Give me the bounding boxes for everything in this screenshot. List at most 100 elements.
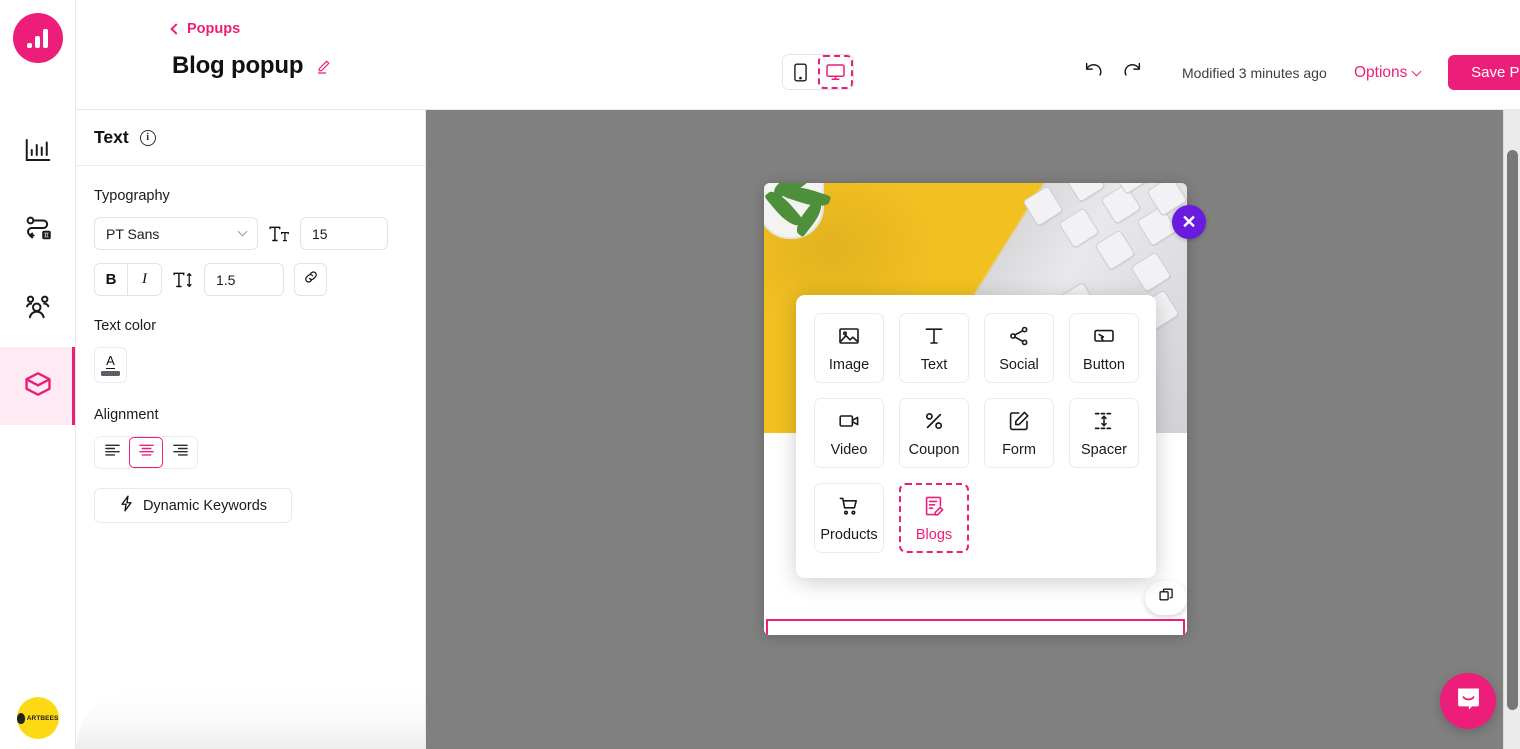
typography-row-1: PT Sans: [94, 217, 407, 250]
box-icon: [22, 368, 54, 405]
cart-icon: [837, 494, 861, 522]
text-color-icon: A: [106, 353, 115, 369]
redo-button[interactable]: [1122, 60, 1144, 80]
top-toolbar: Popups Blog popup Modified 3 minutes ago…: [76, 0, 1520, 110]
picker-item-coupon[interactable]: Coupon: [899, 398, 969, 468]
picker-item-social[interactable]: Social: [984, 313, 1054, 383]
picker-label: Social: [999, 356, 1039, 373]
undo-redo-group: [1082, 60, 1144, 80]
inspector-footer-shade: [76, 691, 425, 749]
spacer-icon: [1092, 409, 1116, 437]
alignment-group: [94, 436, 198, 469]
button-icon: [1092, 324, 1116, 352]
element-picker-grid: Image Text Social Button Video Coupon Fo…: [814, 313, 1139, 553]
picker-item-form[interactable]: Form: [984, 398, 1054, 468]
device-toggle: [782, 54, 854, 90]
device-mobile-button[interactable]: [783, 55, 818, 89]
popup-close-button[interactable]: ✕: [1172, 205, 1206, 239]
font-size-input[interactable]: [300, 217, 388, 250]
link-icon: [303, 269, 319, 290]
inspector-header: Text i: [76, 110, 425, 166]
app-logo[interactable]: [12, 13, 63, 63]
picker-label: Coupon: [908, 441, 960, 458]
chat-launcher-button[interactable]: [1440, 673, 1496, 729]
device-desktop-button[interactable]: [818, 55, 853, 89]
typography-label: Typography: [94, 188, 170, 204]
picker-label: Products: [820, 526, 878, 543]
align-right-icon: [172, 443, 189, 462]
form-edit-icon: [1007, 409, 1031, 437]
font-family-select[interactable]: PT Sans: [94, 217, 258, 250]
sidebar-item-popups[interactable]: [0, 347, 75, 425]
picker-label: Button: [1083, 356, 1125, 373]
image-icon: [837, 324, 861, 352]
picker-label: Video: [830, 441, 868, 458]
block-duplicate-toolbar[interactable]: [1145, 581, 1187, 615]
chevron-left-icon: [170, 23, 182, 35]
text-color-swatch[interactable]: A: [94, 347, 127, 383]
logo-bar-2: [35, 36, 40, 48]
lightning-icon: [119, 495, 134, 516]
picker-item-blogs[interactable]: Blogs: [899, 483, 969, 553]
inspector-title: Text: [94, 127, 129, 147]
artbees-logo[interactable]: ARTBEES: [16, 697, 59, 739]
pencil-icon[interactable]: [315, 58, 332, 75]
picker-item-image[interactable]: Image: [814, 313, 884, 383]
picker-item-button[interactable]: Button: [1069, 313, 1139, 383]
bold-italic-group: B I: [94, 263, 162, 296]
picker-label: Text: [920, 356, 948, 373]
breadcrumb-back[interactable]: Popups: [170, 21, 241, 37]
picker-item-text[interactable]: Text: [899, 313, 969, 383]
picker-item-video[interactable]: Video: [814, 398, 884, 468]
align-right-button[interactable]: [163, 437, 197, 468]
sidebar-item-audience[interactable]: [0, 269, 75, 347]
percent-icon: [922, 409, 946, 437]
canvas-scrollbar-track[interactable]: [1503, 110, 1520, 749]
keyboard-key: [1130, 251, 1172, 293]
logo-bar-1: [27, 43, 32, 48]
flow-route-icon: [23, 213, 53, 248]
people-icon: [23, 291, 53, 326]
intercom-chat-icon: [1455, 685, 1482, 717]
keyboard-key: [1100, 183, 1142, 225]
blog-icon: [922, 494, 946, 522]
breadcrumb-label: Popups: [187, 21, 241, 37]
link-button[interactable]: [294, 263, 327, 296]
inspector-body: Typography PT Sans 15 B I 1.5 Text color…: [76, 166, 425, 523]
picker-label: Image: [828, 356, 870, 373]
text-t-icon: [922, 324, 946, 352]
canvas-scrollbar-thumb[interactable]: [1507, 150, 1518, 710]
align-left-icon: [104, 443, 121, 462]
dynamic-keywords-button[interactable]: Dynamic Keywords: [94, 488, 292, 523]
modified-timestamp: Modified 3 minutes ago: [1182, 65, 1327, 81]
keyboard-key: [1064, 183, 1106, 203]
picker-item-products[interactable]: Products: [814, 483, 884, 553]
font-size-icon: [268, 225, 290, 243]
page-title: Blog popup: [172, 52, 304, 79]
picker-item-spacer[interactable]: Spacer: [1069, 398, 1139, 468]
info-circle-icon[interactable]: i: [139, 129, 156, 146]
picker-label: Blogs: [915, 526, 953, 543]
chevron-down-icon: [1411, 66, 1422, 76]
align-center-button[interactable]: [129, 437, 163, 468]
line-height-input[interactable]: [204, 263, 284, 296]
inspector-panel: Text i Typography PT Sans 15 B I 1.5 Tex…: [76, 110, 426, 749]
editor-canvas: on search engines + ✕: [426, 110, 1520, 749]
options-menu[interactable]: Options: [1354, 64, 1422, 82]
sidebar-item-automation[interactable]: [0, 191, 75, 269]
element-picker-panel: Image Text Social Button Video Coupon Fo…: [796, 295, 1156, 578]
sidebar-item-analytics[interactable]: [0, 113, 75, 191]
undo-button[interactable]: [1082, 60, 1104, 80]
typography-row-2: B I: [94, 263, 407, 296]
save-popup-button[interactable]: Save Popup: [1448, 55, 1520, 90]
logo-bar-3: [43, 29, 48, 48]
bold-button[interactable]: B: [95, 264, 128, 295]
artbees-bee-icon: [16, 712, 25, 724]
keyboard-key: [1022, 185, 1064, 227]
options-label: Options: [1354, 64, 1408, 81]
alignment-label: Alignment: [94, 407, 159, 423]
bar-chart-icon: [23, 135, 53, 170]
italic-button[interactable]: I: [128, 264, 161, 295]
align-left-button[interactable]: [95, 437, 129, 468]
picker-label: Spacer: [1081, 441, 1127, 458]
